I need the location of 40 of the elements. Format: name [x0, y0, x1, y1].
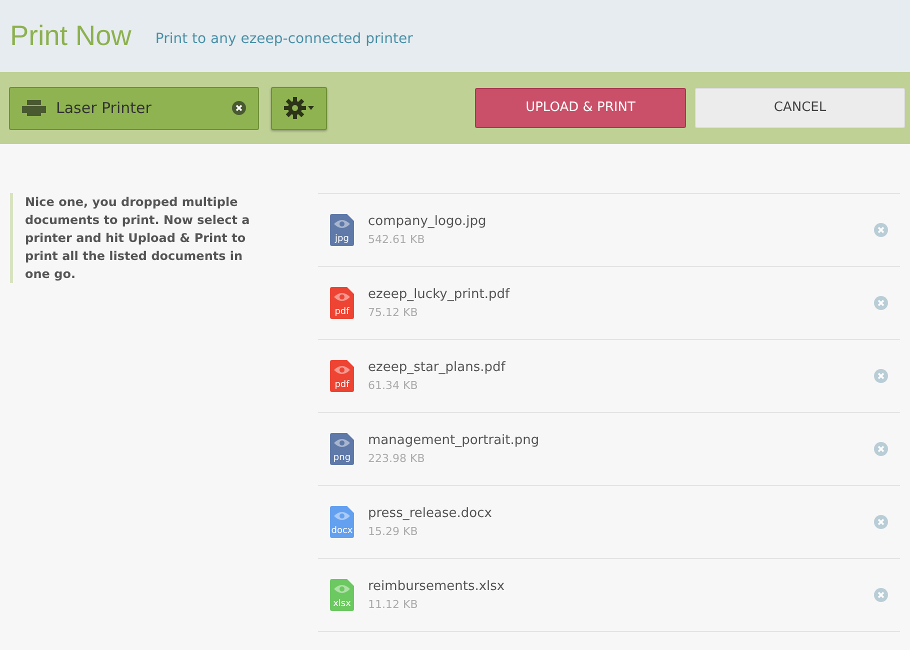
remove-button[interactable] — [874, 515, 888, 529]
file-name: reimbursements.xlsx — [368, 578, 505, 596]
close-icon — [874, 296, 888, 310]
remove-button[interactable] — [874, 296, 888, 310]
file-icon: xlsx — [330, 579, 354, 611]
close-icon — [874, 588, 888, 602]
clear-icon[interactable] — [232, 101, 246, 115]
settings-button[interactable] — [271, 86, 327, 130]
file-icon: pdf — [330, 360, 354, 392]
file-name: press_release.docx — [368, 505, 492, 523]
info-message: Nice one, you dropped multiple documents to print. Now select a printer and hit Upload & Print to print all the listed documents in one go. — [10, 193, 260, 283]
file-size: 11.12 KB — [368, 596, 419, 612]
file-name: ezeep_star_plans.pdf — [368, 359, 506, 377]
file-name: company_logo.jpg — [368, 213, 486, 231]
file-name: ezeep_lucky_print.pdf — [368, 286, 510, 304]
page-subtitle: Print to any ezeep-connected printer — [155, 30, 413, 48]
remove-button[interactable] — [874, 369, 888, 383]
upload-print-button[interactable]: UPLOAD & PRINT — [475, 88, 686, 128]
file-icon: pdf — [330, 287, 354, 319]
printer-select[interactable]: Laser Printer — [9, 86, 259, 130]
file-icon: docx — [330, 506, 354, 538]
close-icon — [874, 369, 888, 383]
file-size: 15.29 KB — [368, 524, 419, 540]
file-size: 75.12 KB — [368, 304, 419, 320]
remove-button[interactable] — [874, 442, 888, 456]
file-size: 223.98 KB — [368, 450, 426, 466]
settings-icon — [283, 96, 315, 120]
remove-button[interactable] — [874, 223, 888, 237]
page-title: Print Now — [10, 19, 132, 53]
close-icon — [874, 442, 888, 456]
close-icon — [874, 515, 888, 529]
file-icon: png — [330, 433, 354, 465]
file-size: 61.34 KB — [368, 378, 419, 394]
file-size: 542.61 KB — [368, 232, 426, 248]
close-icon — [874, 223, 888, 237]
cancel-button[interactable]: CANCEL — [695, 88, 905, 128]
remove-button[interactable] — [874, 588, 888, 602]
printer-icon — [22, 100, 46, 116]
file-name: management_portrait.png — [368, 432, 540, 450]
file-icon: jpg — [330, 214, 354, 246]
